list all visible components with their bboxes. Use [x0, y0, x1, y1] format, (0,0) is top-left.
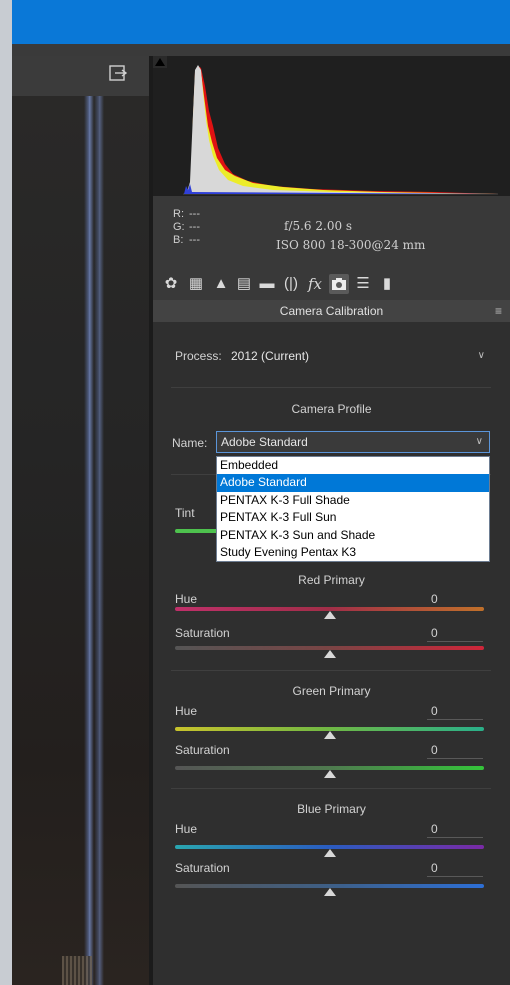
- camera-calibration-icon[interactable]: [329, 274, 349, 294]
- value-underline: [427, 719, 483, 720]
- divider: [171, 788, 491, 789]
- value-underline: [427, 758, 483, 759]
- aperture-shutter: f/5.6 2.00 s: [284, 219, 353, 233]
- r-value: ---: [189, 208, 200, 220]
- effects-icon[interactable]: fx: [305, 274, 325, 294]
- highlight-clipping-icon[interactable]: [153, 56, 167, 68]
- divider: [171, 387, 491, 388]
- green-primary-title: Green Primary: [292, 684, 371, 698]
- profile-name-select[interactable]: Adobe Standard ∨: [216, 431, 490, 453]
- image-preview[interactable]: [12, 56, 149, 985]
- green-hue-thumb[interactable]: [324, 731, 336, 739]
- histogram-graph: [183, 65, 498, 195]
- profile-dropdown-list: Embedded Adobe Standard PENTAX K-3 Full …: [216, 456, 490, 563]
- process-value: 2012 (Current): [231, 349, 310, 363]
- blue-primary-title: Blue Primary: [297, 802, 366, 816]
- dropdown-option[interactable]: Embedded: [217, 457, 489, 474]
- tint-label: Tint: [175, 506, 195, 520]
- rgb-readout: R: --- G: --- B: ---: [173, 208, 205, 247]
- red-saturation-value[interactable]: 0: [431, 626, 481, 640]
- camera-profile-title: Camera Profile: [291, 402, 372, 416]
- panel-menu-icon[interactable]: ≡: [495, 300, 502, 322]
- name-label: Name:: [172, 436, 208, 450]
- value-underline: [427, 876, 483, 877]
- iso-lens: ISO 800 18-300@24 mm: [276, 238, 426, 252]
- dropdown-option-selected[interactable]: Adobe Standard: [217, 474, 489, 492]
- snapshots-icon[interactable]: ▮: [377, 274, 397, 294]
- title-bar: [12, 0, 510, 44]
- chevron-down-icon: ∨: [475, 436, 483, 447]
- hsl-icon[interactable]: ▤: [234, 274, 254, 294]
- light-beam: [94, 96, 104, 985]
- g-label: G:: [173, 221, 185, 233]
- b-label: B:: [173, 234, 184, 246]
- panel-title-bar: Camera Calibration ≡: [153, 300, 510, 322]
- histogram: [153, 56, 510, 196]
- red-hue-thumb[interactable]: [324, 611, 336, 619]
- red-hue-label: Hue: [175, 592, 198, 606]
- detail-icon[interactable]: ▲: [211, 274, 231, 294]
- blue-saturation-label: Saturation: [175, 861, 230, 875]
- camera-info: R: --- G: --- B: --- f/5.6 2.00 s ISO 800 1…: [153, 196, 510, 268]
- blue-hue-label: Hue: [175, 822, 198, 836]
- red-saturation-label: Saturation: [175, 626, 230, 640]
- lens-corrections-icon[interactable]: (|): [281, 274, 301, 294]
- top-strip: [12, 44, 510, 56]
- dropdown-option[interactable]: Study Evening Pentax K3: [217, 544, 489, 561]
- green-saturation-label: Saturation: [175, 743, 230, 757]
- red-hue-value[interactable]: 0: [431, 592, 481, 606]
- tone-curve-icon[interactable]: ▦: [186, 274, 206, 294]
- city-lights: [62, 956, 92, 985]
- split-toning-icon[interactable]: ▬: [257, 274, 277, 294]
- divider: [171, 670, 491, 671]
- blue-hue-value[interactable]: 0: [431, 822, 481, 836]
- profile-name-value: Adobe Standard: [221, 435, 308, 449]
- blue-saturation-thumb[interactable]: [324, 888, 336, 896]
- green-saturation-thumb[interactable]: [324, 770, 336, 778]
- process-label: Process:: [175, 349, 222, 363]
- r-label: R:: [173, 208, 184, 220]
- chevron-down-icon: ∨: [477, 350, 485, 361]
- blue-hue-thumb[interactable]: [324, 849, 336, 857]
- green-hue-value[interactable]: 0: [431, 704, 481, 718]
- preview-toolbar: [12, 56, 149, 96]
- photo-image: [12, 96, 149, 985]
- light-beam: [84, 96, 94, 985]
- red-primary-title: Red Primary: [298, 573, 365, 587]
- b-value: ---: [189, 234, 200, 246]
- dropdown-option[interactable]: PENTAX K-3 Full Shade: [217, 492, 489, 509]
- exit-fullscreen-icon[interactable]: [109, 65, 127, 81]
- dropdown-option[interactable]: PENTAX K-3 Full Sun: [217, 509, 489, 526]
- panel-title: Camera Calibration: [279, 304, 384, 318]
- tint-slider-track[interactable]: [175, 529, 219, 533]
- value-underline: [427, 641, 483, 642]
- presets-icon[interactable]: ☰: [353, 274, 373, 294]
- panel-tabs: ✿ ▦ ▲ ▤ ▬ (|) fx ☰ ▮: [153, 268, 510, 300]
- green-saturation-value[interactable]: 0: [431, 743, 481, 757]
- blue-saturation-value[interactable]: 0: [431, 861, 481, 875]
- value-underline: [427, 837, 483, 838]
- green-hue-label: Hue: [175, 704, 198, 718]
- dropdown-option[interactable]: PENTAX K-3 Sun and Shade: [217, 527, 489, 544]
- red-saturation-thumb[interactable]: [324, 650, 336, 658]
- process-select[interactable]: 2012 (Current) ∨: [227, 345, 491, 367]
- g-value: ---: [189, 221, 200, 233]
- basic-icon[interactable]: ✿: [161, 274, 181, 294]
